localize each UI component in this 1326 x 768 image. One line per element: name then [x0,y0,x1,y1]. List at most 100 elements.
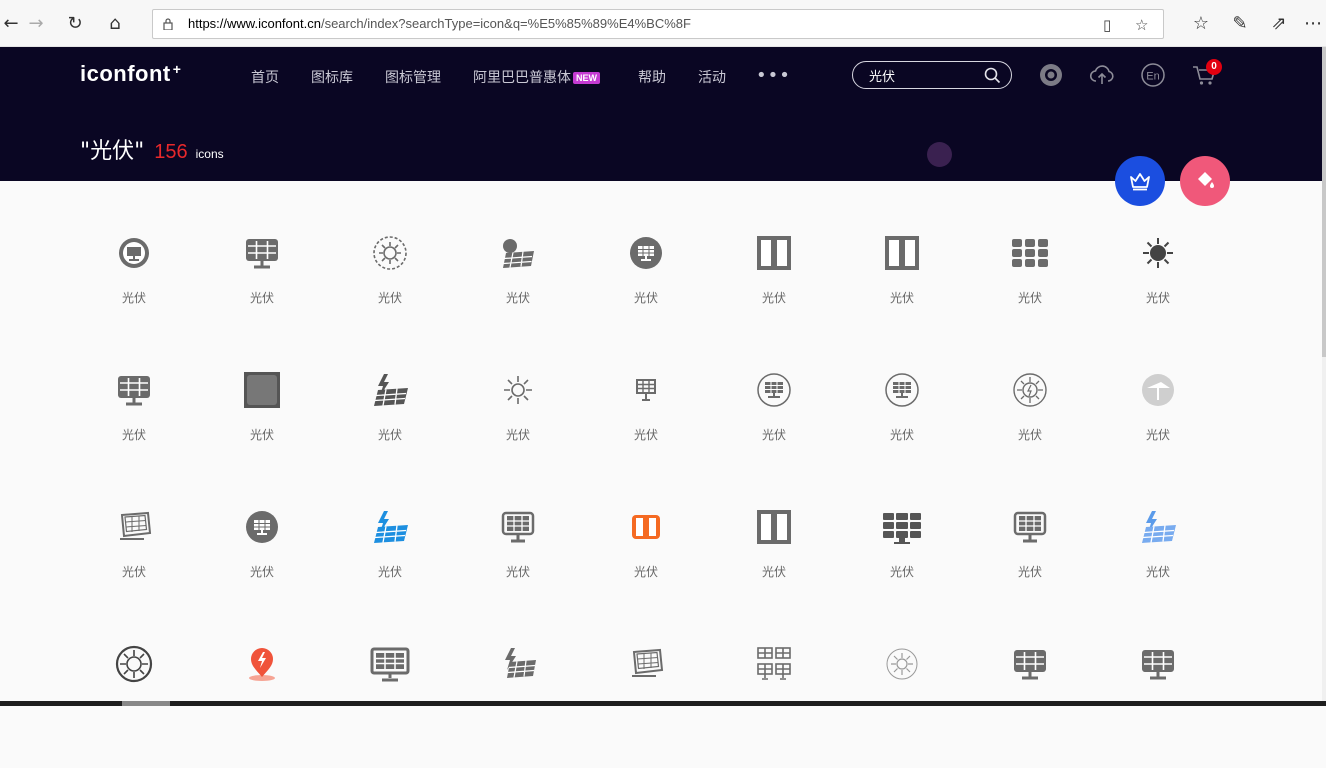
icon-card[interactable]: 光伏 [966,494,1094,631]
search-box[interactable] [852,61,1012,89]
decorative-dot [927,142,952,167]
icon-card-label: 光伏 [761,428,786,442]
icon-card[interactable]: 光伏 [454,494,582,631]
icon-card[interactable]: 光伏 [838,220,966,357]
nav-icon-management[interactable]: 图标管理 [385,67,441,87]
nav-home[interactable]: 首页 [251,67,279,87]
icon-card[interactable]: 光伏 [1094,357,1222,494]
icon-card-label: 光伏 [121,428,146,442]
more-menu-icon[interactable]: ⋯ [1302,13,1324,35]
refresh-icon[interactable]: ↻ [64,13,86,35]
sun-thin-icon [504,376,532,404]
icon-card[interactable]: 光伏 [966,357,1094,494]
bolt-panel-blue-icon [374,511,408,543]
icon-card[interactable]: 光伏 [70,494,198,631]
icon-card[interactable]: 光伏 [326,220,454,357]
icon-card-label: 光伏 [1017,428,1042,442]
nav-icon-library[interactable]: 图标库 [311,67,353,87]
result-count: 156 [154,141,188,163]
search-icon[interactable] [984,67,1001,84]
pen-icon[interactable]: ✎ [1229,13,1251,35]
monitor-panel-icon [1142,650,1174,680]
circle-compass-dark-icon [115,645,153,683]
icon-card[interactable]: 光伏 [454,220,582,357]
logo[interactable]: iconfont + [80,61,181,87]
icon-card-label: 光伏 [121,291,146,305]
nav-more[interactable]: ••• [756,65,791,86]
icon-card[interactable]: 光伏 [838,357,966,494]
icon-card[interactable]: 光伏 [326,357,454,494]
address-bar[interactable]: https://www.iconfont.cn/search/index?sea… [152,9,1164,39]
sun-panel-icon [503,239,534,268]
language-switch-icon[interactable]: En [1140,62,1166,88]
sun-thin-circle-icon [886,648,918,680]
scrollbar-thumb[interactable] [1322,47,1326,357]
icon-card-label: 光伏 [505,291,530,305]
icon-card[interactable]: 光伏 [70,220,198,357]
theme-paint-button[interactable] [1180,156,1230,206]
nav-activity[interactable]: 活动 [698,67,726,87]
icon-card[interactable]: 光伏 [1094,220,1222,357]
icon-card[interactable]: 光伏 [710,494,838,631]
icon-card[interactable]: 光伏 [198,357,326,494]
monitor-panel-icon [246,239,278,269]
icon-card[interactable] [838,631,966,768]
icon-card[interactable]: 光伏 [70,357,198,494]
user-avatar-icon[interactable] [1038,62,1064,88]
circle-compass-icon [1013,373,1047,407]
tilted-panel-icon [120,511,152,540]
icon-card-label: 光伏 [1145,428,1170,442]
icon-card-label: 光伏 [377,565,402,579]
share-icon[interactable]: ⇗ [1268,13,1290,35]
icon-card[interactable] [582,631,710,768]
crown-icon [1130,173,1150,191]
reader-mode-icon[interactable]: ▯ [1103,16,1111,34]
circle-panel-dark-icon [246,511,278,543]
paint-bucket-icon [1198,172,1214,188]
icon-card[interactable]: 光伏 [582,357,710,494]
icon-card[interactable]: 光伏 [710,220,838,357]
favorite-star-icon[interactable]: ☆ [1135,16,1148,34]
sun-outline-icon [373,236,407,270]
icon-card-label: 光伏 [249,428,274,442]
monitor-panel-outline-icon [1013,511,1047,543]
icon-card[interactable] [454,631,582,768]
sun-panel-bolt-icon [505,648,536,678]
search-query: "光伏" [80,139,145,164]
icon-card[interactable]: 光伏 [838,494,966,631]
double-panel-orange-icon [632,515,660,539]
icon-card-label: 光伏 [249,291,274,305]
result-unit: icons [195,147,224,161]
icon-card[interactable] [326,631,454,768]
upload-cloud-icon[interactable] [1089,62,1115,88]
icon-card[interactable]: 光伏 [198,220,326,357]
icon-card[interactable] [710,631,838,768]
icon-card[interactable] [70,631,198,768]
quad-panels-icon [757,647,791,680]
icon-card[interactable] [198,631,326,768]
circle-panel-icon [119,238,149,268]
circle-panel-outline-icon [885,373,919,407]
home-icon[interactable]: ⌂ [104,13,126,35]
forward-icon[interactable]: → [25,13,47,35]
icon-card[interactable]: 光伏 [454,357,582,494]
grid-wide-icon [883,513,921,544]
icon-card-label: 光伏 [377,291,402,305]
nav-alibaba-font[interactable]: 阿里巴巴普惠体 NEW [473,67,600,87]
icon-card[interactable]: 光伏 [966,220,1094,357]
double-panel-icon [757,236,791,270]
new-badge: NEW [573,72,600,84]
icon-card[interactable]: 光伏 [582,220,710,357]
vip-crown-button[interactable] [1115,156,1165,206]
icon-card[interactable]: 光伏 [326,494,454,631]
icon-card[interactable] [1094,631,1222,768]
icon-card[interactable] [966,631,1094,768]
icon-card[interactable]: 光伏 [582,494,710,631]
back-icon[interactable]: ← [0,13,22,35]
icon-card[interactable]: 光伏 [710,357,838,494]
favorites-list-icon[interactable]: ☆ [1190,13,1212,35]
nav-help[interactable]: 帮助 [638,67,666,87]
icon-card[interactable]: 光伏 [198,494,326,631]
icon-card[interactable]: 光伏 [1094,494,1222,631]
search-input[interactable] [869,67,979,83]
